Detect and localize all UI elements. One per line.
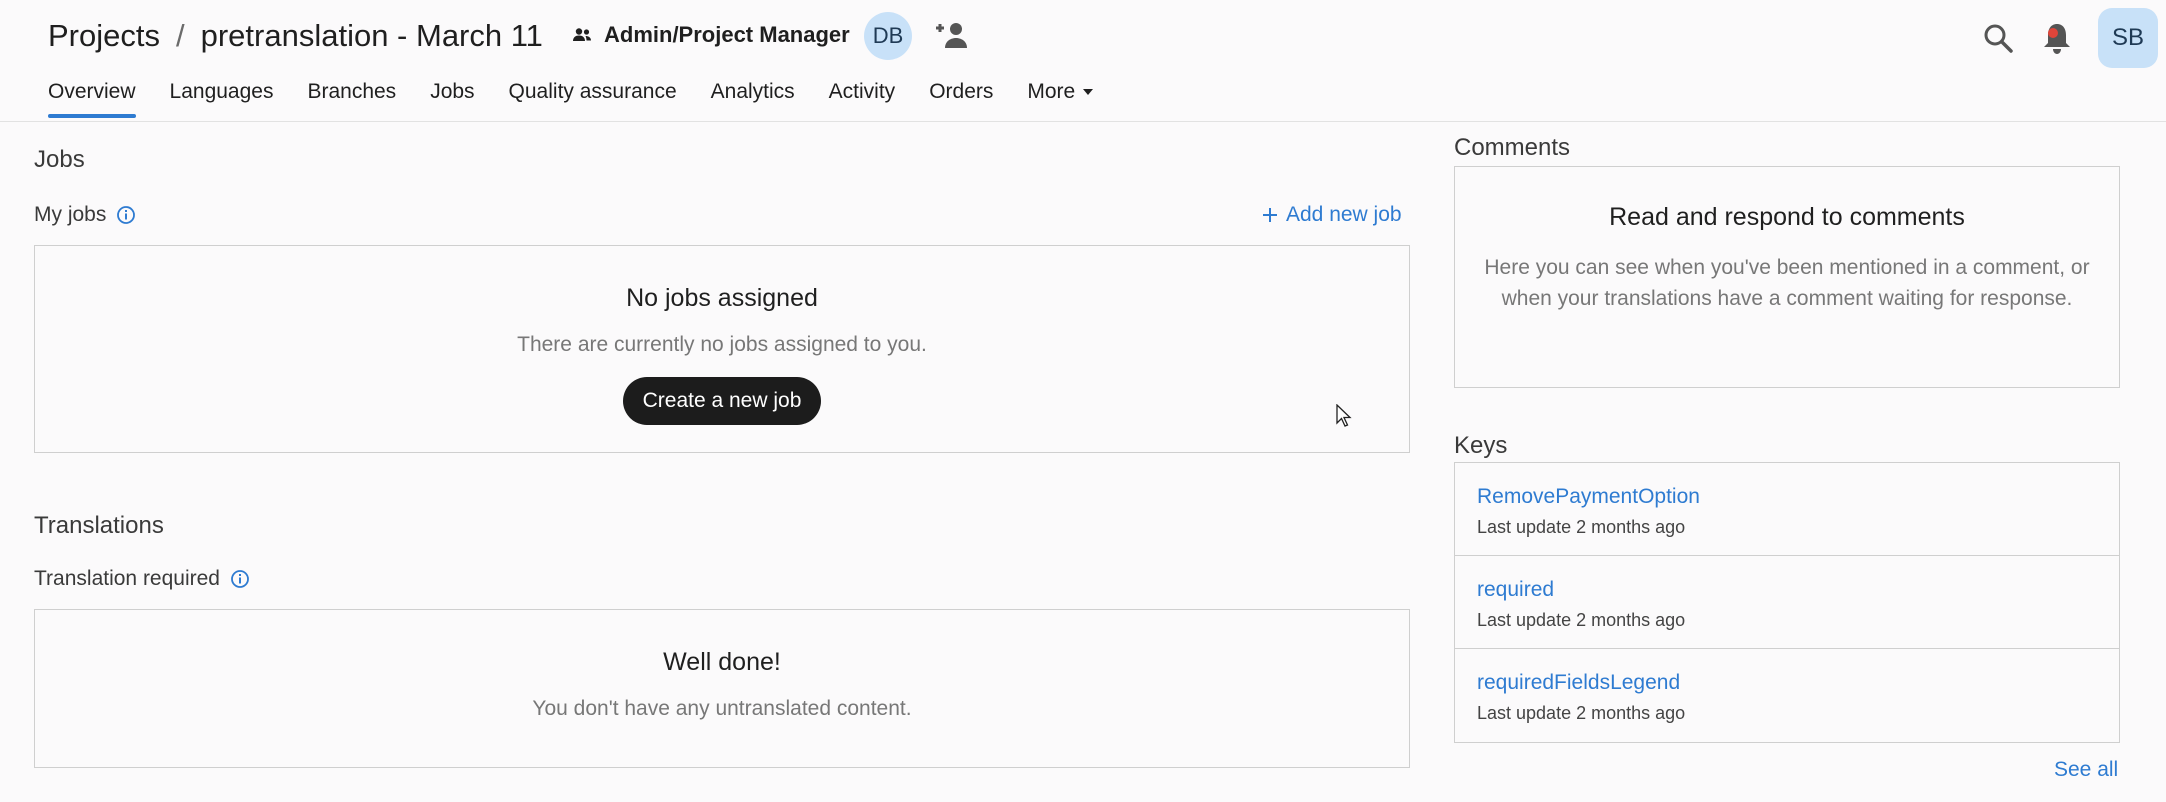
comments-card-text: Here you can see when you've been mentio… xyxy=(1484,256,2090,310)
tab-languages[interactable]: Languages xyxy=(170,78,274,118)
list-item: RemovePaymentOption Last update 2 months… xyxy=(1455,463,2119,556)
user-avatar[interactable]: SB xyxy=(2098,8,2158,68)
key-link[interactable]: required xyxy=(1477,578,2097,602)
comments-card: Read and respond to comments Here you ca… xyxy=(1454,166,2120,388)
role-label: Admin/Project Manager xyxy=(604,22,850,47)
mouse-cursor-icon xyxy=(1336,404,1352,427)
no-jobs-title: No jobs assigned xyxy=(626,284,818,312)
tab-label: Activity xyxy=(828,80,896,103)
key-link[interactable]: requiredFieldsLegend xyxy=(1477,671,2097,695)
key-last-update: Last update 2 months ago xyxy=(1477,517,1686,537)
tab-analytics[interactable]: Analytics xyxy=(711,78,795,118)
list-item: requiredFieldsLegend Last update 2 month… xyxy=(1455,649,2119,742)
tab-jobs[interactable]: Jobs xyxy=(430,78,474,118)
info-icon[interactable] xyxy=(230,569,250,589)
well-done-title: Well done! xyxy=(663,648,781,676)
project-title: pretranslation - March 11 xyxy=(200,18,543,53)
info-icon[interactable] xyxy=(116,205,136,225)
translation-required-label: Translation required xyxy=(34,567,220,590)
breadcrumb-separator: / xyxy=(175,18,185,53)
keys-list: RemovePaymentOption Last update 2 months… xyxy=(1454,462,2120,743)
add-person-icon[interactable] xyxy=(934,20,970,52)
add-new-job-link[interactable]: Add new job xyxy=(1262,203,1402,227)
role-indicator[interactable]: Admin/Project Manager xyxy=(572,22,850,48)
tab-label: Overview xyxy=(48,80,136,103)
my-jobs-heading: My jobs xyxy=(34,203,136,227)
tab-orders[interactable]: Orders xyxy=(929,78,993,118)
bell-icon[interactable] xyxy=(2040,20,2074,56)
breadcrumb: Projects / pretranslation - March 11 xyxy=(48,18,543,54)
translation-required-card: Well done! You don't have any untranslat… xyxy=(34,609,1410,768)
well-done-text: You don't have any untranslated content. xyxy=(532,697,912,720)
translations-section-title: Translations xyxy=(34,512,164,539)
jobs-section-title: Jobs xyxy=(34,146,85,173)
member-avatar[interactable]: DB xyxy=(864,12,912,60)
tab-branches[interactable]: Branches xyxy=(307,78,396,118)
comments-section-title: Comments xyxy=(1454,134,1571,161)
my-jobs-label: My jobs xyxy=(34,203,107,226)
key-last-update: Last update 2 months ago xyxy=(1477,703,1686,723)
no-jobs-text: There are currently no jobs assigned to … xyxy=(517,333,927,356)
breadcrumb-projects-link[interactable]: Projects xyxy=(48,18,160,54)
plus-icon xyxy=(1263,208,1277,222)
list-item: required Last update 2 months ago xyxy=(1455,556,2119,649)
tab-label: Analytics xyxy=(710,80,795,103)
header-divider xyxy=(0,121,2166,122)
key-last-update: Last update 2 months ago xyxy=(1477,610,1686,630)
tab-quality-assurance[interactable]: Quality assurance xyxy=(509,78,677,118)
create-new-job-button[interactable]: Create a new job xyxy=(622,377,822,425)
search-icon[interactable] xyxy=(1982,22,2014,54)
see-all-keys-link[interactable]: See all xyxy=(2054,758,2118,782)
comments-card-title: Read and respond to comments xyxy=(1609,203,1965,231)
tab-activity[interactable]: Activity xyxy=(829,78,896,118)
tab-label: Languages xyxy=(169,80,274,103)
translation-required-heading: Translation required xyxy=(34,567,250,591)
tab-overview[interactable]: Overview xyxy=(48,78,136,118)
add-new-job-label: Add new job xyxy=(1286,203,1402,226)
keys-section-title: Keys xyxy=(1454,432,1508,459)
caret-down-icon xyxy=(1083,89,1094,95)
people-icon xyxy=(573,28,591,41)
tab-label: Quality assurance xyxy=(508,80,677,103)
tab-label: Jobs xyxy=(430,80,475,103)
project-tabs: Overview Languages Branches Jobs Quality… xyxy=(48,78,1127,118)
key-link[interactable]: RemovePaymentOption xyxy=(1477,485,2097,509)
my-jobs-card: No jobs assigned There are currently no … xyxy=(34,245,1410,453)
tab-label: Branches xyxy=(307,80,397,103)
tab-more[interactable]: More xyxy=(1027,78,1094,118)
tab-label: Orders xyxy=(929,80,994,103)
tab-label: More xyxy=(1027,80,1076,103)
